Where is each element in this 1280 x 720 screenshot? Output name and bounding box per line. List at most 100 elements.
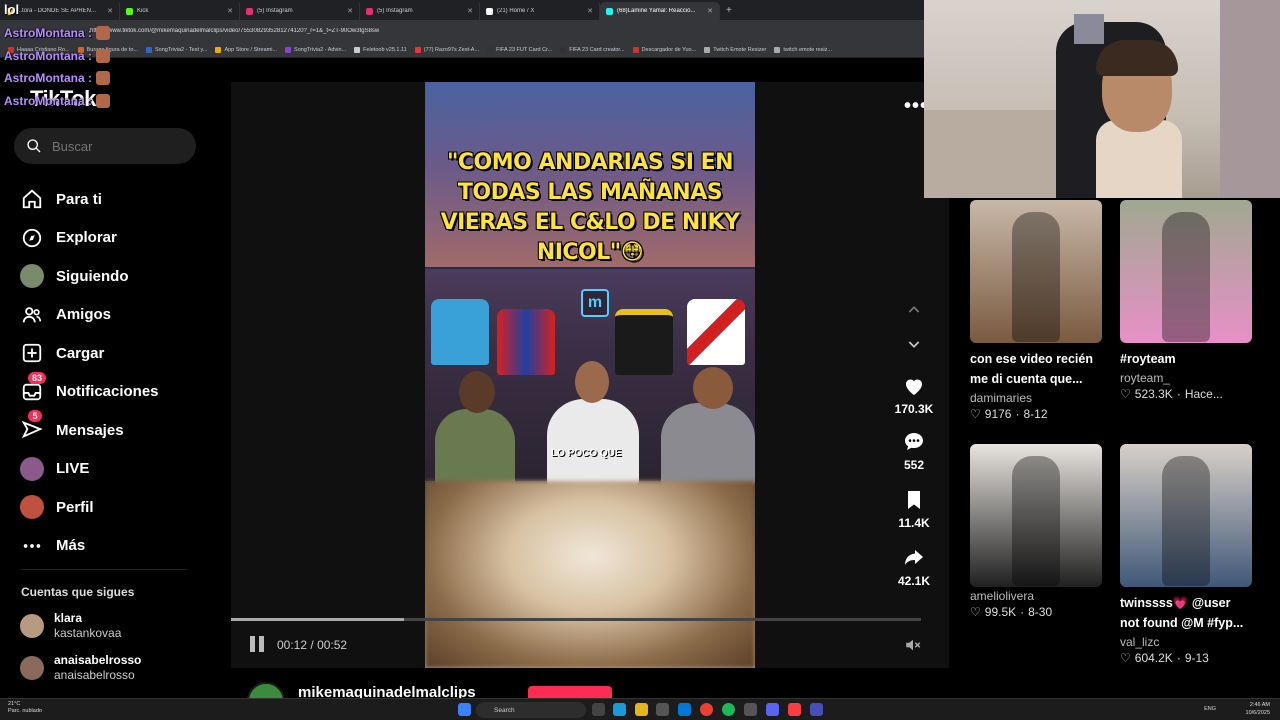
- sidebar-item-parati[interactable]: Para ti: [20, 180, 220, 219]
- related-video-card[interactable]: #royteam royteam_ ♡ 523.3K · Hace...: [1120, 200, 1252, 401]
- bookmark-favicon-icon: [215, 46, 222, 53]
- bookmark-item[interactable]: Descargador de Yuo...: [632, 46, 696, 53]
- related-video-card[interactable]: con ese video recién me di cuenta que...…: [970, 200, 1102, 421]
- sidebar-item-mensajes[interactable]: 5 Mensajes: [20, 410, 220, 450]
- bookmark-item[interactable]: Twitch Emote Resizer: [704, 46, 766, 53]
- author-name[interactable]: mikemaquinadelmalclips: [298, 684, 476, 698]
- sidebar-item-explorar[interactable]: Explorar: [20, 219, 220, 258]
- browser-tab[interactable]: Kick ✕: [120, 2, 240, 20]
- bookmark-item[interactable]: Feletoob v25.1.11: [354, 46, 407, 53]
- video-author[interactable]: ameliolivera: [970, 589, 1102, 603]
- new-tab-button[interactable]: +: [726, 5, 732, 16]
- following-account[interactable]: anaisabelrosso anaisabelrosso: [20, 653, 141, 683]
- store-icon[interactable]: [656, 703, 669, 716]
- chat-message: AstroMontana :: [4, 67, 134, 90]
- bookmark-label: Feletoob v25.1.11: [363, 46, 407, 53]
- related-video-card[interactable]: twinssss💗 @user not found @M #fyp... val_…: [1120, 444, 1252, 665]
- video-author[interactable]: damimaries: [970, 391, 1102, 405]
- sidebar-item-ms[interactable]: Más: [20, 527, 220, 566]
- bookmark-item[interactable]: twitch emote resiz...: [774, 46, 832, 53]
- previous-video-button[interactable]: [900, 296, 928, 324]
- related-video-card[interactable]: ameliolivera ♡ 99.5K · 8-30: [970, 444, 1102, 619]
- browser-tab[interactable]: (68)Lamine Yamal: Reacció... ✕: [600, 2, 720, 20]
- clock[interactable]: 2:46 AM 10/6/2025: [1246, 701, 1270, 717]
- follow-button[interactable]: [528, 686, 612, 698]
- sidebar-item-perfil[interactable]: Perfil: [20, 488, 220, 527]
- account-handle: anaisabelrosso: [54, 668, 135, 682]
- spotify-icon[interactable]: [722, 703, 735, 716]
- bookmark-item[interactable]: SongTrivia2 - Test y...: [145, 46, 207, 53]
- heart-icon: [906, 379, 922, 395]
- task-view-icon[interactable]: [592, 703, 605, 716]
- browser-tab[interactable]: (5) Instagram ✕: [360, 2, 480, 20]
- mute-button[interactable]: [903, 636, 925, 654]
- language-indicator[interactable]: ENG: [1204, 706, 1216, 712]
- teams-icon[interactable]: [810, 703, 823, 716]
- comment-button[interactable]: 552: [888, 430, 940, 472]
- video-stats: ♡ 99.5K · 8-30: [970, 605, 1102, 619]
- file-explorer-icon[interactable]: [635, 703, 648, 716]
- chrome-icon[interactable]: [700, 703, 713, 716]
- heart-outline-icon: ♡: [970, 407, 981, 421]
- sidebar-item-amigos[interactable]: Amigos: [20, 296, 220, 335]
- address-bar[interactable]: https://www.tiktok.com/@mikemaquinadelma…: [0, 20, 924, 42]
- close-icon[interactable]: ✕: [347, 7, 353, 15]
- following-account[interactable]: klara kastankovaa: [20, 611, 121, 641]
- video-headline: "COMO ANDARIAS SI EN TODAS LAS MAÑANAS V…: [440, 150, 740, 265]
- search-bar[interactable]: [14, 128, 196, 164]
- windows-start-icon[interactable]: [458, 703, 471, 716]
- close-icon[interactable]: ✕: [587, 7, 593, 15]
- browser-tab[interactable]: (5) Instagram ✕: [240, 2, 360, 20]
- close-icon[interactable]: ✕: [107, 7, 113, 15]
- bookmark-item[interactable]: FIFA 23 Card creator...: [560, 46, 625, 53]
- share-button[interactable]: 42.1K: [888, 546, 940, 588]
- separator-dot: ·: [1176, 387, 1181, 401]
- like-button[interactable]: 170.3K: [888, 374, 940, 416]
- mail-icon[interactable]: [678, 703, 691, 716]
- video-stats: ♡ 523.3K · Hace...: [1120, 387, 1252, 401]
- browser-tab[interactable]: (21) Home / X ✕: [480, 2, 600, 20]
- jersey: [615, 309, 673, 375]
- sidebar-item-live[interactable]: LIVE: [20, 450, 220, 489]
- discord-icon[interactable]: [766, 703, 779, 716]
- settings-icon[interactable]: [744, 703, 757, 716]
- sidebar-item-cargar[interactable]: Cargar: [20, 334, 220, 373]
- pause-button[interactable]: [250, 636, 268, 654]
- video-thumbnail[interactable]: [970, 200, 1102, 343]
- bookmark-item[interactable]: App Store / Streami...: [215, 46, 277, 53]
- video-thumbnail[interactable]: [970, 444, 1102, 587]
- like-count: 9176: [984, 407, 1012, 421]
- video-thumbnail[interactable]: [1120, 444, 1252, 587]
- account-handle: kastankovaa: [54, 626, 122, 640]
- progress-bar[interactable]: [231, 618, 921, 621]
- avatar: [20, 264, 44, 289]
- video-frame[interactable]: "COMO ANDARIAS SI EN TODAS LAS MAÑANAS V…: [425, 82, 755, 668]
- taskbar-search[interactable]: Search: [476, 702, 586, 718]
- close-icon[interactable]: ✕: [227, 7, 233, 15]
- close-icon[interactable]: ✕: [467, 7, 473, 15]
- bookmark-item[interactable]: FIFA 23 FUT Card Cr...: [487, 46, 552, 53]
- friends-icon: [20, 303, 44, 327]
- emote-icon: [96, 48, 110, 63]
- bookmark-button[interactable]: 11.4K: [888, 488, 940, 530]
- speaker-muted-icon: [906, 639, 921, 651]
- author-avatar[interactable]: [247, 682, 285, 698]
- bookmark-item[interactable]: (77) Razo97s Zest-A...: [414, 46, 479, 53]
- post-date: 8-12: [1023, 407, 1048, 421]
- search-input[interactable]: [52, 138, 182, 154]
- music-icon[interactable]: [788, 703, 801, 716]
- bookmark-item[interactable]: SongTrivia2 - Advin...: [285, 46, 346, 53]
- close-icon[interactable]: ✕: [707, 7, 713, 15]
- sidebar-item-label: LIVE: [56, 460, 90, 478]
- like-count: 523.3K: [1134, 387, 1173, 401]
- sidebar-item-notificaciones[interactable]: 83 Notificaciones: [20, 371, 220, 412]
- next-video-button[interactable]: [900, 330, 928, 358]
- video-author[interactable]: val_lizc: [1120, 635, 1252, 649]
- edge-icon[interactable]: [613, 703, 626, 716]
- video-author[interactable]: royteam_: [1120, 371, 1252, 385]
- video-thumbnail[interactable]: [1120, 200, 1252, 343]
- sidebar-item-label: Más: [56, 537, 86, 555]
- tab-favicon-icon: [366, 7, 373, 15]
- weather-widget[interactable]: 21°C Parc. nublado: [8, 701, 42, 715]
- sidebar-item-siguiendo[interactable]: Siguiendo: [20, 257, 220, 296]
